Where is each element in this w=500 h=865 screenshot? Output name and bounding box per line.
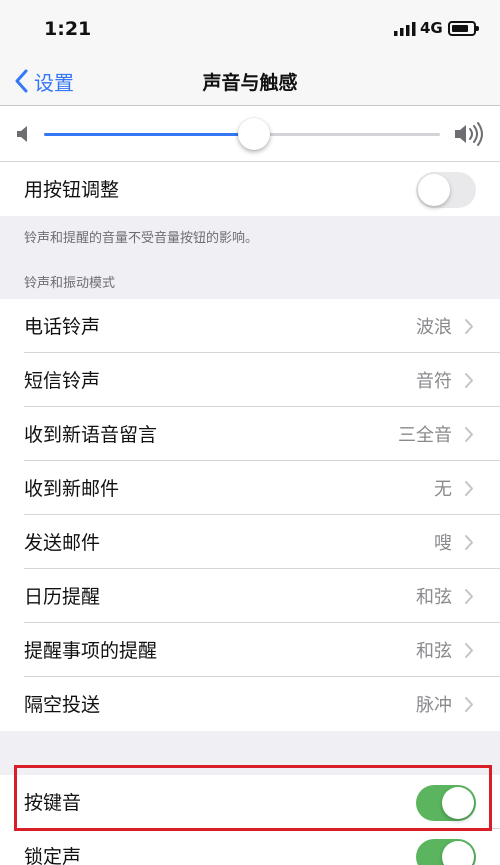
status-bar: 1:21 4G xyxy=(0,0,500,56)
sound-label: 隔空投送 xyxy=(24,694,101,716)
sound-value: 嗖 xyxy=(434,533,452,554)
volume-row xyxy=(0,106,500,162)
sound-value: 和弦 xyxy=(416,641,452,662)
volume-slider-fill xyxy=(44,133,254,136)
volume-footnote: 铃声和提醒的音量不受音量按钮的影响。 xyxy=(24,231,259,246)
chevron-right-icon xyxy=(465,535,473,550)
sound-label: 收到新邮件 xyxy=(24,478,120,500)
sound-row[interactable]: 发送邮件 嗖 xyxy=(0,515,500,569)
keyboard-clicks-row: 按键音 xyxy=(0,775,500,829)
sound-row[interactable]: 日历提醒 和弦 xyxy=(0,569,500,623)
sound-label: 短信铃声 xyxy=(24,370,101,392)
network-type: 4G xyxy=(420,19,443,37)
sound-row[interactable]: 收到新邮件 无 xyxy=(0,461,500,515)
sound-value: 音符 xyxy=(416,371,452,392)
sound-label: 电话铃声 xyxy=(24,316,101,338)
chevron-right-icon xyxy=(465,697,473,712)
sound-label: 收到新语音留言 xyxy=(24,424,158,446)
sound-label: 日历提醒 xyxy=(24,586,101,608)
section-header: 铃声和振动模式 xyxy=(24,276,116,291)
chevron-right-icon xyxy=(465,319,473,334)
buttons-adjust-toggle[interactable] xyxy=(416,172,476,208)
keyboard-clicks-label: 按键音 xyxy=(24,792,82,814)
chevron-right-icon xyxy=(465,481,473,496)
chevron-right-icon xyxy=(465,427,473,442)
buttons-adjust-label: 用按钮调整 xyxy=(24,179,120,201)
lock-sound-row: 锁定声 xyxy=(0,829,500,865)
speaker-high-icon xyxy=(455,122,483,146)
signal-icon xyxy=(394,22,416,36)
page-title: 声音与触感 xyxy=(202,72,298,94)
chevron-right-icon xyxy=(465,589,473,604)
sound-row[interactable]: 提醒事项的提醒 和弦 xyxy=(0,623,500,677)
system-sounds-group: 按键音 锁定声 xyxy=(0,775,500,865)
sound-row[interactable]: 短信铃声 音符 xyxy=(0,353,500,407)
chevron-right-icon xyxy=(465,373,473,388)
sound-value: 波浪 xyxy=(416,317,452,338)
battery-icon xyxy=(448,21,479,36)
sound-label: 提醒事项的提醒 xyxy=(24,640,158,662)
sound-value: 无 xyxy=(434,479,452,500)
keyboard-clicks-toggle[interactable] xyxy=(416,785,476,821)
speaker-low-icon xyxy=(17,126,27,142)
sound-row[interactable]: 隔空投送 脉冲 xyxy=(0,677,500,731)
buttons-adjust-row: 用按钮调整 xyxy=(0,162,500,216)
status-time: 1:21 xyxy=(44,18,92,40)
sound-row[interactable]: 电话铃声 波浪 xyxy=(0,299,500,353)
lock-sound-toggle[interactable] xyxy=(416,839,476,865)
chevron-right-icon xyxy=(465,643,473,658)
sound-value: 和弦 xyxy=(416,587,452,608)
lock-sound-label: 锁定声 xyxy=(24,846,82,865)
sound-label: 发送邮件 xyxy=(24,532,101,554)
volume-slider-knob[interactable] xyxy=(237,118,270,150)
sound-value: 三全音 xyxy=(398,425,452,446)
nav-bar: 设置 声音与触感 xyxy=(0,56,500,106)
sound-row[interactable]: 收到新语音留言 三全音 xyxy=(0,407,500,461)
sounds-list: 电话铃声 波浪 短信铃声 音符 收到新语音留言 三全音 收到新邮件 无 发送邮件… xyxy=(0,299,500,731)
sound-value: 脉冲 xyxy=(416,695,452,716)
